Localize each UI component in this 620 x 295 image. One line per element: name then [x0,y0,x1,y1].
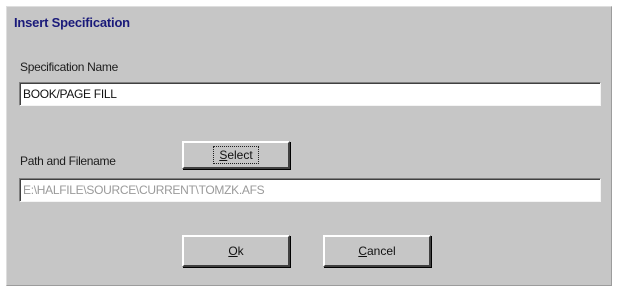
dialog-title: Insert Specification [14,15,130,30]
select-button[interactable]: Select [182,141,290,169]
ok-button[interactable]: Ok [182,235,290,267]
specification-name-label: Specification Name [20,60,118,74]
specification-name-field[interactable]: BOOK/PAGE FILL [19,82,601,106]
cancel-button[interactable]: Cancel [323,235,431,267]
cancel-button-label: Cancel [358,244,396,258]
path-and-filename-field[interactable]: E:\HALFILE\SOURCE\CURRENT\TOMZK.AFS [19,178,601,202]
ok-button-label: Ok [228,244,244,258]
insert-specification-dialog: Insert Specification Specification Name … [6,6,612,286]
select-button-label: Select [213,146,259,164]
path-and-filename-label: Path and Filename [20,154,116,168]
